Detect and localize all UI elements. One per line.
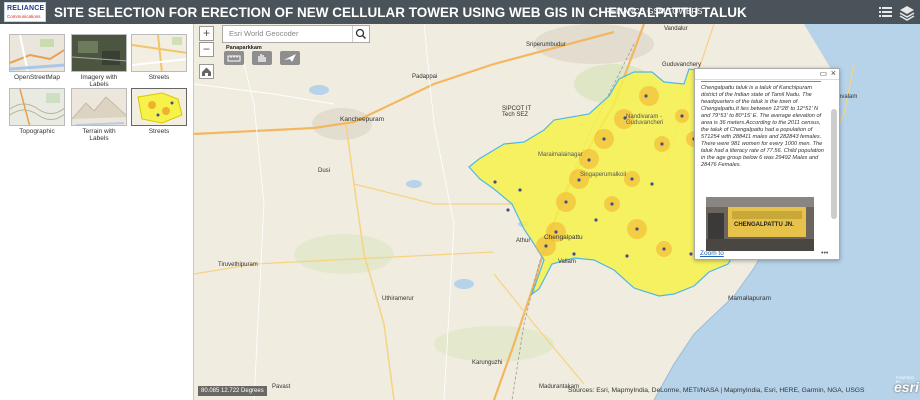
popup-header: ▭ ×: [695, 68, 839, 80]
map-toolbar: Panaparkkam: [224, 45, 304, 67]
basemap-item-terrain[interactable]: Terrain with Labels: [70, 88, 128, 142]
place-label: Nandivaram - Guduvancheri: [626, 114, 664, 126]
place-label: Dusi: [318, 168, 331, 174]
place-label: Vandalur: [664, 26, 688, 32]
basemap-item-streets[interactable]: Streets: [130, 34, 188, 81]
popup-more-button[interactable]: •••: [821, 250, 828, 257]
layers-icon[interactable]: [898, 3, 916, 21]
place-label: Padappai: [412, 74, 438, 80]
basemap-item-imagery[interactable]: Imagery with Labels: [70, 34, 128, 88]
draw-tool-button[interactable]: [252, 51, 272, 65]
popup-divider: [701, 81, 821, 82]
streets-thumbnail: [131, 34, 187, 72]
place-label: Chengalpattu: [544, 234, 583, 241]
esri-wordmark: esri: [894, 379, 919, 395]
place-label: Karunguzhi: [472, 360, 503, 366]
basemap-label: Streets: [148, 74, 170, 81]
place-label: Tiruvethipuram: [218, 262, 258, 268]
basemap-gallery: OpenStreetMap Imagery with Labels Street…: [0, 24, 194, 400]
search-input[interactable]: Esri World Geocoder: [229, 29, 298, 38]
zoom-in-button[interactable]: +: [199, 26, 214, 41]
imagery-thumbnail: [71, 34, 127, 72]
place-label: Athur: [516, 238, 531, 244]
info-popup: ▭ × Chengalpattu taluk is a taluk of Kan…: [694, 68, 840, 260]
terrain-thumbnail: [71, 88, 127, 126]
station-photo: CHENGALPATTU JN.: [706, 197, 814, 251]
zoom-out-button[interactable]: −: [199, 42, 214, 57]
popup-description: Chengalpattu taluk is a taluk of Kanchip…: [701, 85, 824, 168]
logo-subtext: Communications: [7, 14, 41, 19]
logo-text: RELIANCE: [7, 5, 45, 12]
search-button[interactable]: [352, 26, 369, 42]
measure-tool-button[interactable]: [224, 51, 244, 65]
place-label: Maraimalainagar: [538, 152, 583, 158]
zoom-to-link[interactable]: Zoom to: [700, 250, 724, 257]
search-icon: [355, 28, 367, 40]
geocoder-search[interactable]: Esri World Geocoder: [222, 25, 370, 43]
home-button[interactable]: [199, 64, 214, 79]
streets-selected-thumbnail: [131, 88, 187, 126]
place-label: Vallam: [558, 259, 576, 265]
place-label: Pavast: [272, 384, 291, 390]
basemap-label: Terrain with Labels: [82, 128, 116, 142]
basemap-label: Topographic: [19, 128, 55, 135]
app-subtitle: RELIANCE GSM TOWERS: [605, 7, 703, 16]
coordinate-readout: 80.085 12.722 Degrees: [198, 386, 267, 396]
coordinate-value: 80.085 12.722 Degrees: [201, 388, 264, 394]
basemap-item-topographic[interactable]: Topographic: [8, 88, 66, 135]
place-label: Uthiramerur: [382, 296, 414, 302]
basemap-label: Imagery with Labels: [80, 74, 118, 88]
place-label: Kancheepuram: [340, 116, 385, 123]
basemap-item-streets-selected[interactable]: Streets: [130, 88, 188, 135]
osm-thumbnail: [9, 34, 65, 72]
popup-scrollbar[interactable]: [831, 109, 837, 219]
hand-icon: [258, 54, 266, 62]
close-icon[interactable]: ×: [831, 68, 836, 78]
place-label: SIPCOT IT Tech SEZ: [502, 106, 532, 118]
map-attribution: Sources: Esri, MapmyIndia, DeLorme, METI…: [568, 387, 865, 394]
basemap-label: Streets: [148, 128, 170, 135]
reliance-logo: RELIANCE Communications: [4, 2, 46, 22]
topo-thumbnail: [9, 88, 65, 126]
basemap-label: OpenStreetMap: [14, 74, 60, 81]
measure-icon: [227, 55, 241, 62]
app-header: RELIANCE Communications SITE SELECTION F…: [0, 0, 920, 24]
share-tool-button[interactable]: [280, 51, 300, 65]
station-sign: CHENGALPATTU JN.: [734, 222, 794, 228]
esri-logo: POWERED BY esri: [880, 376, 919, 396]
place-label: Mamallapuram: [728, 295, 771, 302]
plane-icon: [284, 54, 296, 62]
home-icon: [202, 67, 211, 76]
place-label: Sriperumbudur: [526, 42, 566, 48]
list-icon[interactable]: [877, 3, 895, 21]
place-label: Singaperumalkoil: [580, 172, 627, 178]
basemap-item-openstreetmap[interactable]: OpenStreetMap: [8, 34, 66, 81]
maximize-icon[interactable]: ▭: [819, 69, 827, 78]
